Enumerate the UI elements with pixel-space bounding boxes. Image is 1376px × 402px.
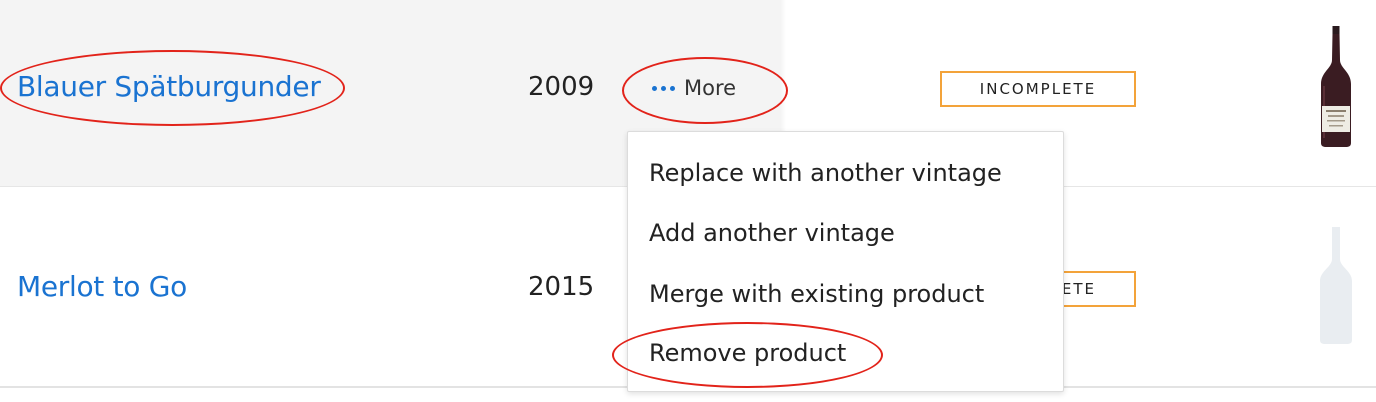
vintage-year: 2009 <box>528 72 595 102</box>
red-wine-bottle <box>1318 26 1354 152</box>
more-button[interactable]: More <box>652 72 736 104</box>
vintage-year: 2015 <box>528 272 595 302</box>
menu-item-add-vintage[interactable]: Add another vintage <box>649 219 895 247</box>
more-dots-icon <box>652 85 675 91</box>
more-label: More <box>684 76 737 100</box>
menu-item-remove-product[interactable]: Remove product <box>649 339 846 367</box>
menu-item-replace-vintage[interactable]: Replace with another vintage <box>649 159 1002 187</box>
menu-item-merge-product[interactable]: Merge with existing product <box>649 280 984 308</box>
more-dropdown-menu: Replace with another vintage Add another… <box>627 131 1064 392</box>
status-badge: INCOMPLETE <box>940 71 1136 107</box>
placeholder-bottle-icon <box>1318 225 1354 349</box>
product-list: Blauer Spätburgunder 2009 More INCOMPLET… <box>0 0 1376 402</box>
product-name-link[interactable]: Merlot to Go <box>17 270 187 303</box>
product-name-link[interactable]: Blauer Spätburgunder <box>17 70 321 103</box>
